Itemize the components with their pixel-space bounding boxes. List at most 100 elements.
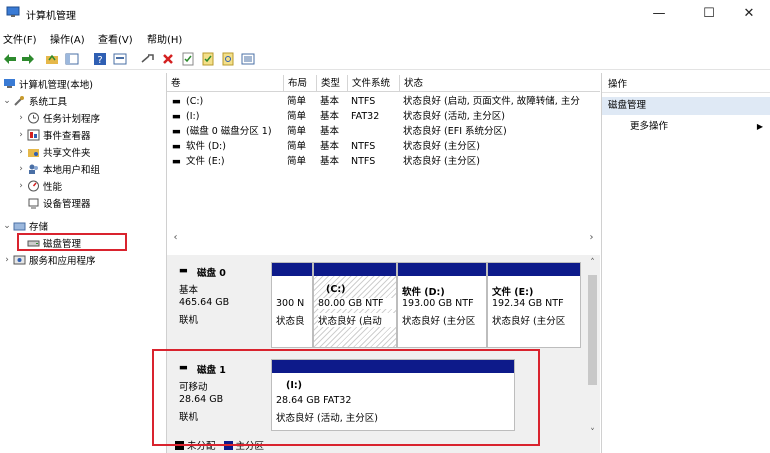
partition-status: 状态良好 (主分区 [492, 316, 566, 327]
chevron-right-icon[interactable]: › [16, 113, 26, 123]
volume-layout: 简单 [287, 111, 307, 122]
svg-text:?: ? [97, 55, 102, 66]
forward-arrow-icon[interactable] [20, 51, 36, 67]
column-header-type[interactable]: 类型 [317, 75, 348, 92]
partition-size: 300 N [276, 298, 305, 309]
more-actions-label: 更多操作 [630, 121, 669, 132]
folder-search-icon[interactable] [220, 51, 236, 67]
actions-header: 操作 [602, 76, 770, 93]
table-row[interactable]: ▬ (C:) 简单 基本 NTFS 状态良好 (启动, 页面文件, 故障转储, … [167, 94, 600, 109]
tree-node-label: 本地用户和组 [43, 164, 101, 176]
computer-management-icon [6, 6, 20, 17]
disk-management-highlight-box [17, 233, 127, 251]
properties-view-icon[interactable] [112, 51, 128, 67]
tree-node-storage[interactable]: ⌄ 存储 [2, 217, 48, 234]
tree-node-event-viewer[interactable]: › 事件查看器 [16, 126, 91, 143]
vertical-scrollbar[interactable]: ˄ ˅ [585, 255, 600, 453]
partition-d[interactable]: 软件 (D:) 193.00 GB NTF 状态良好 (主分区 [397, 262, 487, 348]
chevron-down-icon[interactable]: ⌄ [2, 221, 12, 231]
partition-e[interactable]: 文件 (E:) 192.34 GB NTF 状态良好 (主分区 [487, 262, 581, 348]
delete-icon[interactable] [160, 51, 176, 67]
table-row[interactable]: ▬ 软件 (D:) 简单 基本 NTFS 状态良好 (主分区) [167, 139, 600, 154]
chevron-right-icon[interactable]: › [16, 164, 26, 174]
volume-layout: 简单 [287, 141, 307, 152]
show-hide-tree-icon[interactable] [64, 51, 80, 67]
tree-node-services-apps[interactable]: › 服务和应用程序 [2, 251, 95, 268]
chevron-right-icon[interactable]: › [16, 130, 26, 140]
partition-c[interactable]: (C:) 80.00 GB NTF 状态良好 (启动 [313, 262, 397, 348]
menu-bar: 文件(F) 操作(A) 查看(V) 帮助(H) [0, 28, 770, 46]
tree-node-task-scheduler[interactable]: › 任务计划程序 [16, 109, 100, 126]
menu-view[interactable]: 查看(V) [98, 31, 133, 46]
scrollbar-thumb[interactable] [588, 275, 597, 385]
scroll-up-icon[interactable]: ˄ [585, 257, 600, 269]
menu-help[interactable]: 帮助(H) [147, 31, 182, 46]
volume-icon: ▬ [172, 156, 181, 167]
minimize-button[interactable]: — [636, 0, 682, 26]
volume-status: 状态良好 (主分区) [403, 156, 480, 167]
table-row[interactable]: ▬ 文件 (E:) 简单 基本 NTFS 状态良好 (主分区) [167, 154, 600, 169]
volume-layout: 简单 [287, 126, 307, 137]
computer-management-icon [4, 78, 15, 88]
volume-filesystem: NTFS [351, 96, 376, 107]
chevron-right-icon[interactable]: › [2, 255, 12, 265]
tree-node-shared-folders[interactable]: › 共享文件夹 [16, 143, 90, 160]
table-row[interactable]: ▬ (磁盘 0 磁盘分区 1) 简单 基本 状态良好 (EFI 系统分区) [167, 124, 600, 139]
disk-status: 联机 [179, 315, 199, 326]
toolbar: ? [0, 48, 770, 70]
column-header-volume[interactable]: 卷 [167, 75, 284, 92]
tree-node-performance[interactable]: › 性能 [16, 177, 62, 194]
partition-status: 状态良好 (主分区 [402, 316, 476, 327]
back-arrow-icon[interactable] [2, 51, 18, 67]
column-header-layout[interactable]: 布局 [284, 75, 317, 92]
volume-type: 基本 [320, 156, 340, 167]
connect-icon[interactable] [140, 51, 156, 67]
scroll-right-icon[interactable]: › [585, 231, 598, 244]
clock-icon [28, 112, 39, 123]
chevron-right-icon[interactable]: › [16, 147, 26, 157]
partition-status: 状态良 [276, 316, 305, 327]
volume-icon: ▬ [172, 141, 181, 152]
volume-type: 基本 [320, 126, 340, 137]
volume-status: 状态良好 (EFI 系统分区) [403, 126, 507, 137]
up-folder-icon[interactable] [44, 51, 60, 67]
disk-0-info[interactable]: ▬ 磁盘 0 基本 465.64 GB 联机 [171, 262, 269, 348]
list-view-icon[interactable] [240, 51, 256, 67]
menu-file[interactable]: 文件(F) [3, 31, 37, 46]
tree-node-label: 系统工具 [29, 96, 68, 108]
folder-check-icon[interactable] [200, 51, 216, 67]
tools-icon [14, 95, 24, 106]
partition-header-bar [398, 263, 486, 276]
users-icon [29, 164, 38, 174]
close-button[interactable]: ✕ [726, 0, 770, 26]
tree-node-local-users[interactable]: › 本地用户和组 [16, 160, 100, 177]
actions-section-label: 磁盘管理 [608, 100, 647, 111]
tree-node-root[interactable]: 计算机管理(本地) [2, 75, 93, 92]
volume-layout: 简单 [287, 156, 307, 167]
horizontal-scrollbar[interactable]: ‹ › [167, 231, 600, 244]
tree-node-system-tools[interactable]: ⌄ 系统工具 [2, 92, 67, 109]
scroll-left-icon[interactable]: ‹ [169, 231, 182, 244]
partition-efi[interactable]: 300 N 状态良 [271, 262, 313, 348]
scroll-down-icon[interactable]: ˅ [585, 427, 600, 439]
disk-size: 465.64 GB [179, 297, 230, 308]
actions-section-disk-management[interactable]: 磁盘管理 [602, 97, 770, 115]
partition-label: (C:) [326, 284, 346, 295]
window-title: 计算机管理 [26, 11, 76, 22]
volume-type: 基本 [320, 111, 340, 122]
table-row[interactable]: ▬ (I:) 简单 基本 FAT32 状态良好 (活动, 主分区) [167, 109, 600, 124]
chevron-down-icon[interactable]: ⌄ [2, 96, 12, 106]
column-header-filesystem[interactable]: 文件系统 [348, 75, 400, 92]
partition-header-bar [314, 263, 396, 276]
chevron-right-icon[interactable]: › [16, 181, 26, 191]
services-icon [13, 255, 26, 264]
volume-name: 文件 (E:) [186, 156, 225, 167]
tree-node-device-manager[interactable]: 设备管理器 [26, 194, 91, 211]
check-icon[interactable] [180, 51, 196, 67]
tree-node-label: 性能 [43, 181, 63, 193]
menu-action[interactable]: 操作(A) [50, 31, 85, 46]
more-actions-item[interactable]: 更多操作 ▶ [602, 118, 770, 136]
help-icon[interactable]: ? [92, 51, 108, 67]
column-header-status[interactable]: 状态 [400, 75, 600, 92]
tree-node-label: 任务计划程序 [43, 113, 101, 125]
